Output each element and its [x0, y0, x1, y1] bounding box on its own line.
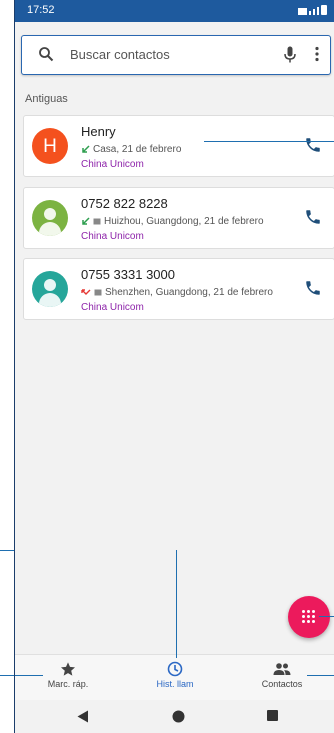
- nav-contacts-label: Contactos: [261, 679, 303, 689]
- callout-line-contacts: [307, 675, 334, 676]
- carrier-label: China Unicom: [81, 302, 144, 313]
- dialpad-fab-button[interactable]: [288, 596, 330, 638]
- person-icon-head: [44, 208, 56, 220]
- callout-line-henry: [204, 141, 334, 142]
- nav-call-history-label: Hist. llam: [156, 679, 194, 689]
- battery-icon: [321, 5, 327, 15]
- call-log-item[interactable]: 0752 822 8228 Huizhou, Guangdong, 21 de …: [23, 187, 334, 249]
- search-icon[interactable]: [38, 46, 54, 62]
- person-icon-body: [39, 293, 61, 307]
- incoming-call-icon: [82, 217, 90, 225]
- nav-speed-dial-label: Marc. ráp.: [47, 679, 89, 689]
- phone-call-icon[interactable]: [304, 208, 322, 226]
- sim-icon: [298, 8, 307, 15]
- section-label: Antiguas: [25, 93, 68, 105]
- signal-icon: [309, 11, 311, 15]
- carrier-label: China Unicom: [81, 231, 144, 242]
- phone-call-icon[interactable]: [304, 279, 322, 297]
- dialpad-icon: [302, 610, 316, 624]
- more-vert-icon[interactable]: [314, 46, 320, 62]
- avatar[interactable]: [32, 271, 68, 307]
- contact-number: 0755 3331 3000: [81, 267, 175, 282]
- call-detail-text: Shenzhen, Guangdong, 21 de febrero: [105, 287, 273, 298]
- clock-icon: [167, 661, 183, 677]
- sim-card-icon: [93, 218, 101, 225]
- signal-icon-bar: [317, 7, 319, 15]
- search-input[interactable]: Buscar contactos: [70, 47, 170, 62]
- call-detail: Shenzhen, Guangdong, 21 de febrero: [81, 287, 273, 298]
- sim-card-icon: [94, 289, 102, 296]
- contact-name: Henry: [81, 124, 116, 139]
- call-detail-text: Huizhou, Guangdong, 21 de febrero: [104, 216, 264, 227]
- status-icons: [298, 5, 327, 15]
- people-icon: [273, 663, 291, 675]
- incoming-call-icon: [82, 145, 90, 153]
- person-icon-body: [39, 222, 61, 236]
- system-navigation-bar: [15, 700, 334, 733]
- search-bar[interactable]: Buscar contactos: [21, 35, 331, 75]
- call-log-item[interactable]: 0755 3331 3000 Shenzhen, Guangdong, 21 d…: [23, 258, 334, 320]
- call-detail-text: Casa, 21 de febrero: [93, 144, 182, 155]
- call-detail: Huizhou, Guangdong, 21 de febrero: [81, 216, 264, 227]
- avatar-initial: H: [43, 136, 57, 157]
- home-icon[interactable]: [172, 710, 185, 723]
- phone-call-icon[interactable]: [304, 136, 322, 154]
- microphone-icon[interactable]: [284, 46, 296, 63]
- status-bar: 17:52: [15, 0, 334, 22]
- nav-contacts[interactable]: Contactos: [232, 659, 332, 689]
- back-icon[interactable]: [77, 710, 89, 723]
- recents-icon[interactable]: [267, 710, 278, 721]
- person-icon-head: [44, 279, 56, 291]
- callout-line-history-inner: [176, 550, 177, 658]
- star-icon: [61, 662, 75, 676]
- avatar[interactable]: H: [32, 128, 68, 164]
- contact-number: 0752 822 8228: [81, 196, 168, 211]
- signal-icon-bar: [313, 9, 315, 15]
- missed-call-icon: [81, 289, 91, 295]
- status-time: 17:52: [27, 4, 55, 16]
- bottom-navigation: Marc. ráp. Hist. llam Contactos: [15, 654, 334, 700]
- call-detail: Casa, 21 de febrero: [81, 144, 181, 155]
- nav-speed-dial[interactable]: Marc. ráp.: [18, 659, 118, 689]
- avatar[interactable]: [32, 200, 68, 236]
- call-log-item[interactable]: H Henry Casa, 21 de febrero China Unicom: [23, 115, 334, 177]
- callout-line-fab: [319, 616, 334, 617]
- phone-screen: 17:52 Buscar contactos Antiguas H Henry …: [14, 0, 334, 733]
- callout-line-speeddial-inner: [15, 675, 43, 676]
- carrier-label: China Unicom: [81, 159, 144, 170]
- nav-call-history[interactable]: Hist. llam: [125, 659, 225, 689]
